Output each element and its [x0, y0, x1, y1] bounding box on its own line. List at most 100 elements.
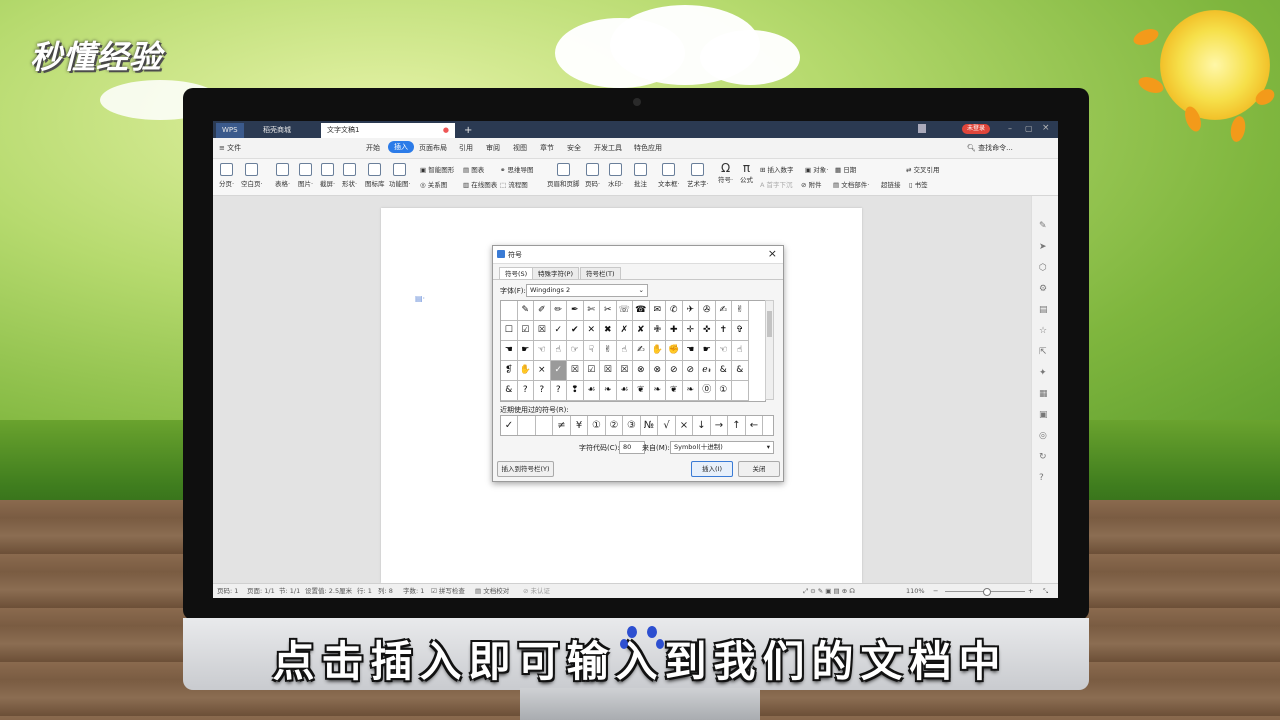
symbol-cell[interactable]: ✖	[600, 321, 617, 341]
search-command[interactable]: 🔍︎ 查找命令...	[967, 143, 1013, 153]
symbol-cell[interactable]: ✎	[517, 301, 534, 321]
screenshot-button[interactable]: 截屏·	[320, 163, 335, 188]
symbol-cell[interactable]: ✆	[666, 301, 683, 321]
bookmark-button[interactable]: ▯ 书签	[909, 179, 928, 189]
symbol-cell[interactable]: ✓	[550, 321, 567, 341]
doc-parts-button[interactable]: ▤ 文档部件·	[833, 179, 869, 189]
symbol-cell[interactable]: ✘	[633, 321, 650, 341]
recent-symbol-cell[interactable]: ×	[676, 416, 693, 435]
symbol-cell[interactable]: ✝	[715, 321, 732, 341]
formula-button[interactable]: π 公式	[740, 162, 753, 184]
recent-symbol-cell[interactable]: №	[641, 416, 658, 435]
insert-number-button[interactable]: ⊞ 插入数字	[760, 164, 794, 174]
object-button[interactable]: ▣ 对象·	[805, 164, 828, 174]
symbol-cell[interactable]: ☑	[517, 321, 534, 341]
menu-security[interactable]: 安全	[567, 143, 581, 153]
menu-review[interactable]: 审阅	[486, 143, 500, 153]
insert-button[interactable]: 插入(I)	[691, 461, 733, 477]
symbol-cell[interactable]: ☎	[633, 301, 650, 321]
recent-symbol-cell[interactable]: ②	[606, 416, 623, 435]
function-chart-button[interactable]: 功能图·	[389, 163, 411, 188]
recent-symbol-cell[interactable]: ¥	[571, 416, 588, 435]
from-select[interactable]: Symbol(十进制) ▾	[670, 441, 774, 454]
symbol-cell[interactable]: ✌	[600, 341, 617, 361]
symbol-cell[interactable]: ✙	[649, 321, 666, 341]
tab-document[interactable]: 文字文稿1 ●	[321, 123, 455, 138]
comment-button[interactable]: 批注	[634, 163, 647, 188]
scrollbar-thumb[interactable]	[767, 311, 772, 337]
textbox-button[interactable]: 文本框·	[658, 163, 680, 188]
symbol-cell[interactable]: ×	[534, 361, 551, 381]
symbol-cell[interactable]: ⊘	[666, 361, 683, 381]
online-chart-button[interactable]: ▥ 在线图表	[463, 179, 497, 189]
symbol-cell[interactable]: ✈	[682, 301, 699, 321]
sidebar-tools[interactable]: ✎ ➤ ⬡ ⚙ ▤ ☆ ⇱ ✦ ▦ ▣ ◎ ↻?	[1039, 216, 1048, 489]
symbol-cell[interactable]: ☜	[534, 341, 551, 361]
recent-symbol-cell[interactable]: ③	[624, 416, 641, 435]
symbol-cell[interactable]: ✊	[666, 341, 683, 361]
close-tab-icon[interactable]: ●	[443, 123, 449, 138]
symbol-cell[interactable]: ✍	[715, 301, 732, 321]
chart-button[interactable]: ▤ 图表	[463, 164, 484, 174]
symbol-cell[interactable]	[732, 381, 749, 401]
symbol-cell[interactable]: ☝	[732, 341, 749, 361]
shape-button[interactable]: 形状·	[342, 163, 357, 188]
recent-symbol-cell[interactable]	[536, 416, 553, 435]
menu-file[interactable]: ≡ 文件	[219, 143, 241, 153]
close-icon[interactable]: ×	[768, 247, 777, 260]
symbol-cell[interactable]: ✌	[732, 301, 749, 321]
symbol-cell[interactable]: ✐	[534, 301, 551, 321]
new-tab-button[interactable]: +	[458, 123, 478, 138]
symbol-cell[interactable]: ①	[715, 381, 732, 401]
blank-page-button[interactable]: 空白页·	[241, 163, 263, 188]
symbol-cell[interactable]: ⊗	[633, 361, 650, 381]
font-select[interactable]: Wingdings 2 ⌄	[526, 284, 648, 297]
symbol-grid-scrollbar[interactable]	[765, 300, 774, 400]
symbol-cell[interactable]: ✕	[583, 321, 600, 341]
date-button[interactable]: ▦ 日期	[835, 164, 856, 174]
symbol-cell[interactable]: ☑	[583, 361, 600, 381]
symbol-cell[interactable]: ⊗	[649, 361, 666, 381]
menu-insert[interactable]: 插入	[388, 141, 414, 153]
symbol-cell[interactable]: ✇	[699, 301, 716, 321]
symbol-cell[interactable]: ☛	[699, 341, 716, 361]
symbol-cell[interactable]: ❢	[567, 381, 584, 401]
wordart-button[interactable]: 艺术字·	[687, 163, 709, 188]
symbol-cell[interactable]: ☚	[682, 341, 699, 361]
symbol-cell[interactable]: ✜	[699, 321, 716, 341]
picture-button[interactable]: 图片·	[298, 163, 313, 188]
symbol-cell[interactable]: ☙	[616, 381, 633, 401]
cross-reference-button[interactable]: ⇄ 交叉引用	[906, 164, 940, 174]
symbol-cell[interactable]: ✔	[567, 321, 584, 341]
status-spell[interactable]: ☑ 拼写检查	[431, 584, 465, 598]
symbol-cell[interactable]: ☞	[567, 341, 584, 361]
recent-symbol-cell[interactable]: ✓	[501, 416, 518, 435]
symbol-cell[interactable]: ✋	[649, 341, 666, 361]
symbol-cell[interactable]: ☐	[501, 321, 518, 341]
icon-library-button[interactable]: 图标库	[365, 163, 385, 188]
recent-symbol-cell[interactable]: ↓	[694, 416, 711, 435]
recent-symbol-cell[interactable]: ①	[589, 416, 606, 435]
insert-to-bar-button[interactable]: 插入到符号栏(Y)	[497, 461, 554, 477]
symbol-cell[interactable]: ❧	[600, 381, 617, 401]
symbol-cell[interactable]: ✚	[666, 321, 683, 341]
symbol-cell[interactable]: ☒	[616, 361, 633, 381]
symbol-cell[interactable]: ❦	[666, 381, 683, 401]
symbol-cell[interactable]: ☝	[550, 341, 567, 361]
zoom-slider-thumb[interactable]	[983, 588, 991, 596]
mindmap-button[interactable]: ⚭ 思维导图	[500, 164, 534, 174]
menu-developer[interactable]: 开发工具	[594, 143, 622, 153]
symbol-cell[interactable]	[501, 301, 518, 321]
symbol-cell[interactable]: ❧	[682, 381, 699, 401]
symbol-cell[interactable]: ✒	[567, 301, 584, 321]
symbol-cell[interactable]: ✛	[682, 321, 699, 341]
symbol-cell[interactable]: &	[501, 381, 518, 401]
page-break-button[interactable]: 分页·	[219, 163, 234, 188]
symbol-cell[interactable]: ☏	[616, 301, 633, 321]
menu-layout[interactable]: 页面布局	[419, 143, 447, 153]
symbol-cell[interactable]: ☒	[567, 361, 584, 381]
menu-chapter[interactable]: 章节	[540, 143, 554, 153]
zoom-out-icon[interactable]: −	[933, 584, 938, 598]
zoom-in-icon[interactable]: +	[1028, 584, 1033, 598]
smart-graphic-button[interactable]: ▣ 智能图形	[420, 164, 454, 174]
